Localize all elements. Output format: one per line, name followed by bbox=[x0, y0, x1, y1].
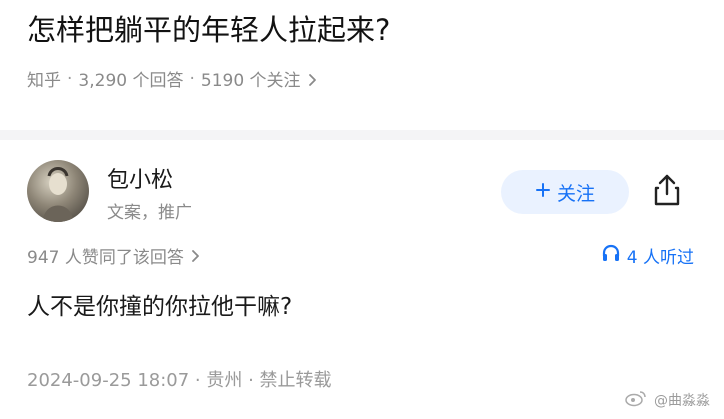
watermark: @曲淼淼 bbox=[624, 389, 710, 411]
vote-count-text: 947 人赞同了该回答 bbox=[27, 247, 184, 268]
follower-count: 5190 个关注 bbox=[200, 71, 301, 91]
plus-icon bbox=[535, 181, 551, 203]
question-header: 怎样把躺平的年轻人拉起来? 知乎 · 3,290 个回答 · 5190 个关注 bbox=[27, 10, 704, 91]
chevron-right-icon bbox=[190, 248, 202, 262]
author-name[interactable]: 包小松 bbox=[107, 162, 173, 194]
vote-row: 947 人赞同了该回答 4 人听过 bbox=[27, 240, 694, 270]
separator-dot: · bbox=[67, 68, 73, 89]
listen-count-text: 4 人听过 bbox=[626, 247, 694, 268]
answer-content[interactable]: 人不是你撞的你拉他干嘛? bbox=[27, 287, 292, 321]
vote-summary[interactable]: 947 人赞同了该回答 bbox=[27, 243, 202, 268]
follow-label: 关注 bbox=[556, 182, 595, 205]
avatar[interactable] bbox=[27, 160, 89, 222]
chevron-right-icon bbox=[307, 72, 319, 86]
share-icon bbox=[652, 173, 682, 211]
follow-button[interactable]: 关注 bbox=[501, 170, 629, 214]
question-meta[interactable]: 知乎 · 3,290 个回答 · 5190 个关注 bbox=[27, 66, 704, 91]
separator-dot: · bbox=[189, 68, 195, 89]
answer-footer: 2024-09-25 18:07 · 贵州 · 禁止转载 bbox=[27, 370, 332, 391]
answer-count: 3,290 个回答 bbox=[78, 71, 184, 91]
source-label: 知乎 bbox=[27, 71, 61, 91]
author-row: 包小松 文案，推广 关注 bbox=[27, 158, 704, 228]
listen-count[interactable]: 4 人听过 bbox=[601, 243, 694, 268]
question-title[interactable]: 怎样把躺平的年轻人拉起来? bbox=[27, 10, 704, 50]
section-divider bbox=[0, 130, 724, 140]
share-button[interactable] bbox=[647, 172, 687, 212]
weibo-icon bbox=[624, 389, 648, 411]
answer-card: 包小松 文案，推广 关注 947 人赞同了该回答 4 人听过 人不是你撞的你拉他… bbox=[0, 140, 724, 419]
watermark-text: @曲淼淼 bbox=[654, 393, 710, 409]
headphones-icon bbox=[601, 244, 621, 267]
author-tags: 文案，推广 bbox=[107, 203, 192, 223]
